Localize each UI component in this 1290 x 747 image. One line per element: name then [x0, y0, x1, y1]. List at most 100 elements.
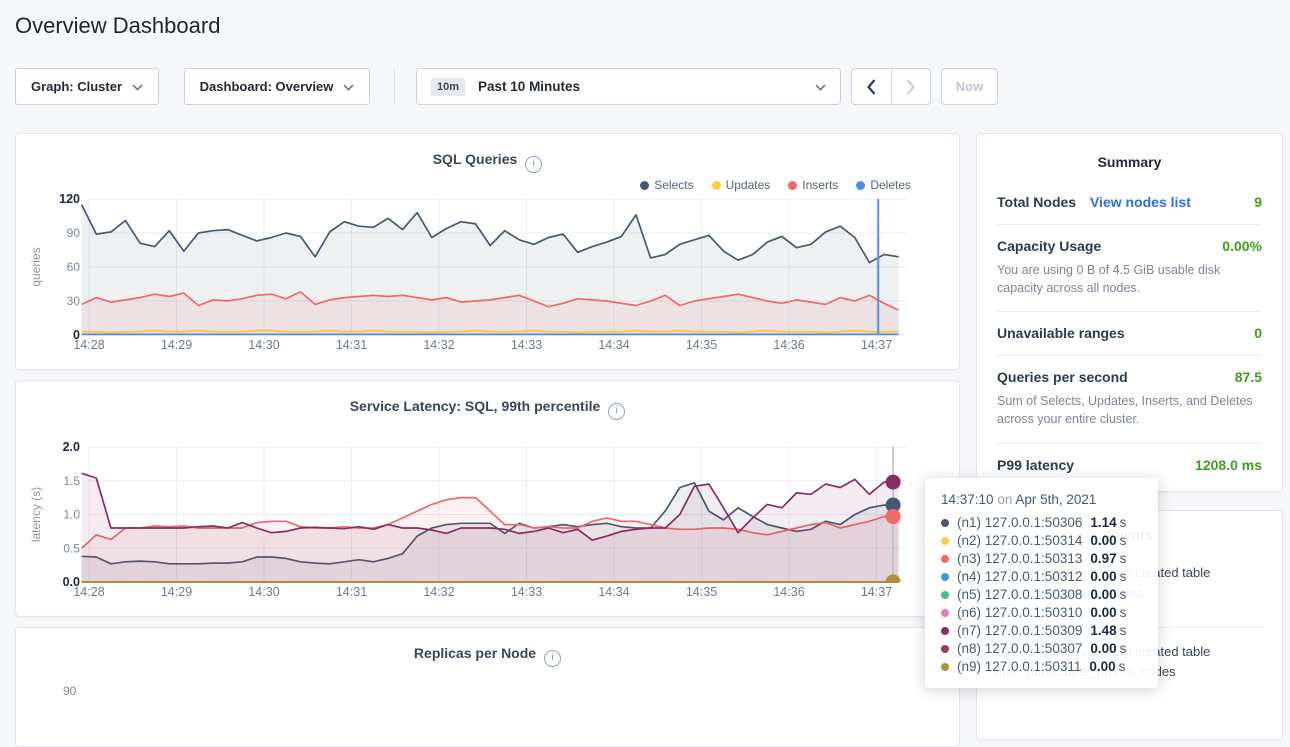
next-time-button[interactable] [891, 69, 931, 104]
node-latency-unit: s [1120, 568, 1127, 586]
now-button[interactable]: Now [941, 68, 998, 105]
node-address: (n7) 127.0.0.1:50309 [957, 622, 1082, 640]
node-address: (n8) 127.0.0.1:50307 [957, 640, 1082, 658]
node-latency-value: 0.00 [1090, 586, 1116, 604]
sql-queries-panel: SQL Queriesi SelectsUpdatesInsertsDelete… [15, 133, 960, 370]
svg-text:14:31: 14:31 [336, 338, 367, 352]
summary-heading: Summary [977, 134, 1282, 181]
now-button-label: Now [956, 79, 983, 94]
p99-latency-label: P99 latency [997, 457, 1074, 473]
time-range-badge: 10m [431, 78, 465, 96]
capacity-usage-label: Capacity Usage [997, 238, 1101, 254]
node-address: (n5) 127.0.0.1:50308 [957, 586, 1082, 604]
node-latency-unit: s [1120, 514, 1127, 532]
summary-row-capacity: 0.00% Capacity Usage You are using 0 B o… [997, 225, 1262, 312]
svg-text:latency (s): latency (s) [29, 487, 43, 542]
service-latency-chart[interactable]: 14:2814:2914:3014:3114:3214:3314:3414:35… [16, 381, 959, 616]
svg-text:14:37: 14:37 [861, 338, 892, 352]
node-latency-value: 1.48 [1090, 622, 1116, 640]
node-latency-value: 0.00 [1089, 658, 1115, 676]
tooltip-row: (n7) 127.0.0.1:50309 1.48s [941, 622, 1142, 640]
total-nodes-value: 9 [1254, 194, 1262, 210]
graph-dropdown[interactable]: Graph: Cluster [15, 68, 159, 105]
svg-text:90: 90 [67, 226, 81, 240]
qps-label: Queries per second [997, 369, 1128, 385]
svg-text:1.0: 1.0 [63, 508, 80, 522]
node-dot-icon [941, 555, 949, 563]
svg-text:120: 120 [59, 192, 80, 206]
node-address: (n1) 127.0.0.1:50306 [957, 514, 1082, 532]
info-icon[interactable]: i [544, 650, 561, 667]
node-latency-unit: s [1120, 640, 1127, 658]
prev-time-button[interactable] [852, 69, 891, 104]
svg-text:14:36: 14:36 [773, 585, 804, 599]
node-latency-value: 0.00 [1090, 640, 1116, 658]
tooltip-timestamp: 14:37:10 on Apr 5th, 2021 [941, 492, 1142, 507]
node-latency-unit: s [1119, 658, 1126, 676]
total-nodes-label: Total Nodes [997, 194, 1076, 210]
svg-text:14:35: 14:35 [686, 585, 717, 599]
svg-text:14:29: 14:29 [161, 338, 192, 352]
service-latency-panel: Service Latency: SQL, 99th percentilei 1… [15, 380, 960, 617]
tooltip-row: (n8) 127.0.0.1:50307 0.00s [941, 640, 1142, 658]
graph-dropdown-label: Graph: Cluster [31, 79, 122, 94]
svg-text:14:31: 14:31 [336, 585, 367, 599]
svg-text:14:34: 14:34 [598, 338, 629, 352]
node-latency-value: 0.97 [1090, 550, 1116, 568]
y-tick-label: 90 [63, 684, 76, 698]
chevron-down-icon [815, 78, 826, 96]
node-latency-unit: s [1120, 586, 1127, 604]
time-range-label: Past 10 Minutes [478, 79, 580, 94]
svg-text:14:35: 14:35 [686, 338, 717, 352]
unavailable-ranges-value: 0 [1254, 325, 1262, 341]
svg-text:14:29: 14:29 [161, 585, 192, 599]
chevron-down-icon [132, 78, 143, 96]
replicas-per-node-title: Replicas per Nodei [16, 645, 959, 667]
node-dot-icon [941, 591, 949, 599]
node-dot-icon [941, 609, 949, 617]
unavailable-ranges-label: Unavailable ranges [997, 325, 1125, 341]
svg-text:30: 30 [67, 294, 81, 308]
replicas-per-node-panel: Replicas per Nodei 90 [15, 627, 960, 747]
dashboard-dropdown[interactable]: Dashboard: Overview [184, 68, 370, 105]
chevron-down-icon [343, 78, 354, 96]
svg-text:60: 60 [67, 260, 81, 274]
summary-row-qps: 87.5 Queries per second Sum of Selects, … [997, 356, 1262, 443]
svg-text:2.0: 2.0 [63, 440, 80, 454]
summary-row-total-nodes: 9 Total Nodes View nodes list [997, 181, 1262, 225]
node-latency-unit: s [1120, 550, 1127, 568]
tooltip-row: (n5) 127.0.0.1:50308 0.00s [941, 586, 1142, 604]
node-dot-icon [941, 537, 949, 545]
tooltip-row: (n1) 127.0.0.1:503061.14s [941, 514, 1142, 532]
node-latency-value: 0.00 [1090, 568, 1116, 586]
tooltip-row: (n2) 127.0.0.1:503140.00s [941, 532, 1142, 550]
node-address: (n9) 127.0.0.1:50311 [957, 658, 1081, 676]
summary-panel: Summary 9 Total Nodes View nodes list 0.… [976, 133, 1283, 492]
svg-text:14:33: 14:33 [511, 585, 542, 599]
svg-text:0: 0 [73, 328, 80, 342]
view-nodes-list-link[interactable]: View nodes list [1090, 194, 1191, 210]
node-latency-unit: s [1120, 532, 1127, 550]
node-latency-unit: s [1120, 604, 1127, 622]
page-title: Overview Dashboard [15, 13, 220, 39]
summary-row-unavailable-ranges: 0 Unavailable ranges [997, 312, 1262, 356]
node-latency-unit: s [1120, 622, 1127, 640]
svg-text:14:33: 14:33 [511, 338, 542, 352]
sql-queries-chart[interactable]: 14:2814:2914:3014:3114:3214:3314:3414:35… [16, 134, 959, 369]
node-address: (n4) 127.0.0.1:50312 [957, 568, 1082, 586]
dashboard-dropdown-label: Dashboard: Overview [200, 79, 334, 94]
time-range-selector[interactable]: 10m Past 10 Minutes [416, 68, 841, 105]
qps-desc: Sum of Selects, Updates, Inserts, and De… [997, 385, 1262, 428]
svg-text:0.5: 0.5 [63, 541, 80, 555]
node-dot-icon [941, 519, 949, 527]
svg-text:14:32: 14:32 [423, 585, 454, 599]
node-latency-value: 0.00 [1090, 604, 1116, 622]
node-address: (n6) 127.0.0.1:50310 [957, 604, 1082, 622]
tooltip-row: (n9) 127.0.0.1:50311 0.00s [941, 658, 1142, 676]
svg-text:14:30: 14:30 [248, 585, 279, 599]
svg-text:14:37: 14:37 [861, 585, 892, 599]
chart-hover-tooltip: 14:37:10 on Apr 5th, 2021 (n1) 127.0.0.1… [925, 478, 1158, 688]
node-latency-value: 0.00 [1090, 532, 1116, 550]
node-address: (n3) 127.0.0.1:50313 [957, 550, 1082, 568]
controls-divider [394, 68, 395, 105]
